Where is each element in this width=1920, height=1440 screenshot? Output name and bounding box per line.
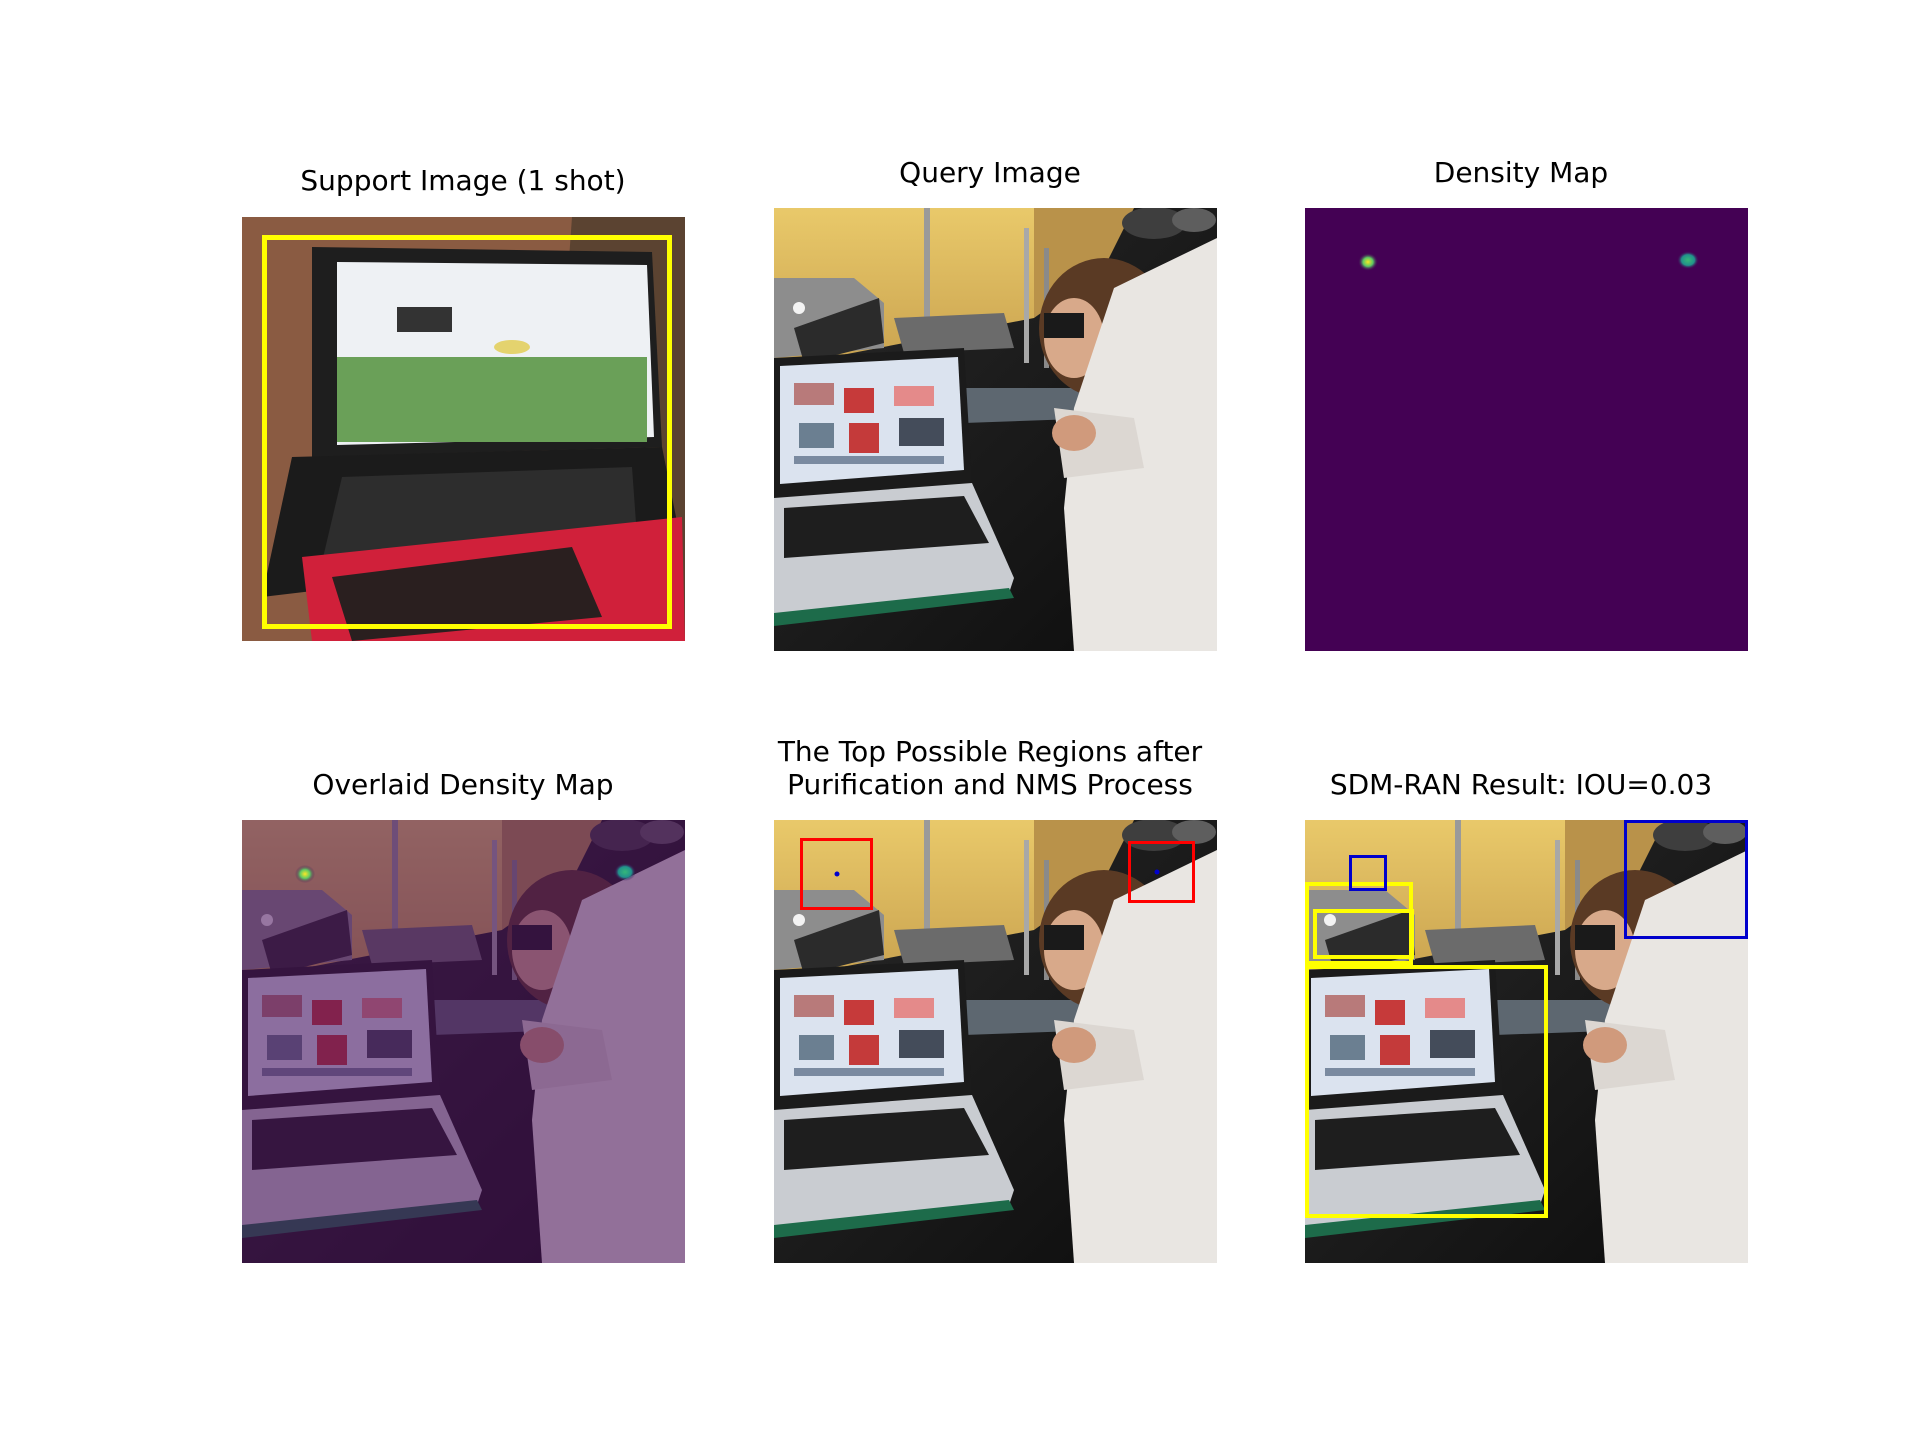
support-image-panel — [242, 217, 685, 641]
candidate-region-box-left — [800, 838, 873, 910]
query-image-panel — [774, 208, 1217, 651]
top-regions-panel — [774, 820, 1217, 1263]
density-peak-right — [1677, 251, 1699, 269]
density-peak-left — [1358, 253, 1378, 271]
predicted-box-small — [1349, 855, 1387, 891]
query-image-title: Query Image — [899, 156, 1081, 189]
overlaid-density-map-panel — [242, 820, 685, 1263]
support-image-title: Support Image (1 shot) — [300, 164, 626, 197]
ground-truth-box-inner — [1313, 909, 1414, 959]
ground-truth-box — [262, 235, 672, 629]
candidate-region-box-right — [1128, 841, 1195, 903]
overlaid-density-photo — [242, 820, 685, 1263]
density-map-panel — [1305, 208, 1748, 651]
query-lab-photo — [774, 208, 1217, 651]
density-map-title: Density Map — [1433, 156, 1609, 189]
sdm-ran-result-title: SDM-RAN Result: IOU=0.03 — [1329, 768, 1713, 801]
density-map-image — [1305, 208, 1748, 651]
overlaid-density-map-title: Overlaid Density Map — [312, 768, 614, 801]
top-regions-title: The Top Possible Regions after Purificat… — [777, 735, 1203, 801]
predicted-box-large — [1624, 820, 1748, 939]
sdm-ran-result-panel — [1305, 820, 1748, 1263]
ground-truth-box-front-laptop — [1305, 965, 1548, 1218]
